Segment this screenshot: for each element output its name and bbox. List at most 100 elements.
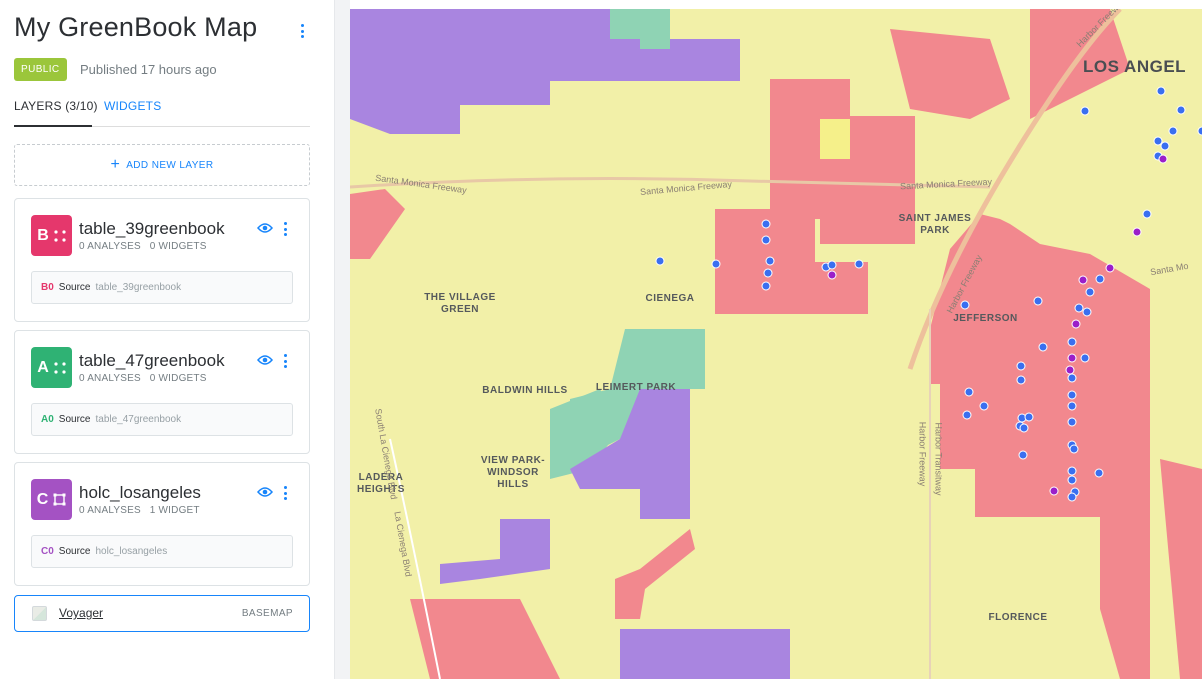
node-id: C0 <box>41 546 54 557</box>
point-marker[interactable] <box>1085 287 1095 297</box>
page-title[interactable]: My GreenBook Map <box>14 12 257 43</box>
point-marker[interactable] <box>1082 307 1092 317</box>
point-marker[interactable] <box>1168 126 1178 136</box>
layer-options-icon[interactable] <box>279 484 291 502</box>
add-new-layer-button[interactable]: + ADD NEW LAYER <box>14 144 310 186</box>
point-marker[interactable] <box>1080 353 1090 363</box>
point-marker[interactable] <box>763 268 773 278</box>
point-marker[interactable] <box>1033 296 1043 306</box>
point-marker[interactable] <box>1016 361 1026 371</box>
point-marker[interactable] <box>1067 417 1077 427</box>
layer-name[interactable]: table_47greenbook <box>79 351 225 371</box>
eye-icon[interactable] <box>257 353 273 367</box>
point-marker[interactable] <box>1065 365 1075 375</box>
point-marker[interactable] <box>1038 342 1048 352</box>
layer-card-table-39greenbook[interactable]: B table_39greenbook 0 ANALYSES 0 WIDGETS… <box>14 198 310 322</box>
point-marker[interactable] <box>1067 337 1077 347</box>
point-marker[interactable] <box>765 256 775 266</box>
tab-widgets[interactable]: WIDGETS <box>104 99 161 113</box>
point-marker[interactable] <box>979 401 989 411</box>
point-marker[interactable] <box>1018 450 1028 460</box>
neighborhood-label: JEFFERSON <box>953 313 1018 324</box>
layer-badge[interactable]: A <box>31 347 72 388</box>
layer-options-icon[interactable] <box>279 220 291 238</box>
holc-polygon-c[interactable] <box>820 119 850 159</box>
sidebar-divider <box>334 0 350 679</box>
holc-polygon-b[interactable] <box>620 629 790 679</box>
point-marker[interactable] <box>854 259 864 269</box>
point-marker[interactable] <box>1094 468 1104 478</box>
tab-layers[interactable]: LAYERS (3/10) <box>14 99 98 113</box>
point-marker[interactable] <box>960 300 970 310</box>
point-marker[interactable] <box>1142 209 1152 219</box>
published-status: Published 17 hours ago <box>80 62 217 77</box>
layer-name[interactable]: holc_losangeles <box>79 483 201 503</box>
point-marker[interactable] <box>761 235 771 245</box>
point-marker[interactable] <box>1153 136 1163 146</box>
point-marker[interactable] <box>1176 105 1186 115</box>
layer-source-node[interactable]: A0 Source table_47greenbook <box>31 403 293 436</box>
visibility-badge[interactable]: PUBLIC <box>14 58 67 81</box>
plus-icon: + <box>110 156 121 173</box>
point-marker[interactable] <box>1067 401 1077 411</box>
point-marker[interactable] <box>1049 486 1059 496</box>
point-marker[interactable] <box>1074 303 1084 313</box>
point-marker[interactable] <box>1067 373 1077 383</box>
layer-source-node[interactable]: B0 Source table_39greenbook <box>31 271 293 304</box>
point-marker[interactable] <box>711 259 721 269</box>
point-marker[interactable] <box>1067 353 1077 363</box>
source-label: Source <box>58 414 91 425</box>
layer-badge[interactable]: B <box>31 215 72 256</box>
point-marker[interactable] <box>1016 375 1026 385</box>
layer-options-icon[interactable] <box>279 352 291 370</box>
basemap-selector[interactable]: Voyager BASEMAP <box>14 595 310 632</box>
point-marker[interactable] <box>1069 444 1079 454</box>
point-marker[interactable] <box>1132 227 1142 237</box>
point-marker[interactable] <box>761 281 771 291</box>
node-id: A0 <box>41 414 54 425</box>
point-marker[interactable] <box>1024 412 1034 422</box>
node-id: B0 <box>41 282 54 293</box>
layer-card-table-47greenbook[interactable]: A table_47greenbook 0 ANALYSES 0 WIDGETS… <box>14 330 310 454</box>
layer-badge[interactable]: C <box>31 479 72 520</box>
source-table-name: table_39greenbook <box>95 282 182 293</box>
point-marker[interactable] <box>655 256 665 266</box>
active-tab-indicator <box>14 125 92 127</box>
neighborhood-label: FLORENCE <box>988 612 1048 623</box>
basemap-name[interactable]: Voyager <box>59 606 103 620</box>
point-marker[interactable] <box>827 270 837 280</box>
point-marker[interactable] <box>1156 86 1166 96</box>
eye-icon[interactable] <box>257 221 273 235</box>
widgets-count: 0 WIDGETS <box>149 241 207 252</box>
basemap-label: BASEMAP <box>241 608 293 619</box>
point-marker[interactable] <box>1019 423 1029 433</box>
road-label: Harbor Transitway <box>933 422 944 496</box>
point-marker[interactable] <box>1095 274 1105 284</box>
layer-meta: 0 ANALYSES 1 WIDGET <box>79 505 200 516</box>
point-marker[interactable] <box>761 219 771 229</box>
point-marker[interactable] <box>1071 319 1081 329</box>
point-marker[interactable] <box>1067 466 1077 476</box>
point-marker[interactable] <box>1105 263 1115 273</box>
layer-name[interactable]: table_39greenbook <box>79 219 225 239</box>
point-marker[interactable] <box>964 387 974 397</box>
eye-icon[interactable] <box>257 485 273 499</box>
point-marker[interactable] <box>1067 475 1077 485</box>
layer-letter: B <box>37 226 49 244</box>
point-marker[interactable] <box>1080 106 1090 116</box>
map-options-icon[interactable] <box>296 22 308 40</box>
point-marker[interactable] <box>1078 275 1088 285</box>
neighborhood-label: CIENEGA <box>645 293 695 304</box>
point-marker[interactable] <box>1160 141 1170 151</box>
point-marker[interactable] <box>1158 154 1168 164</box>
layer-source-node[interactable]: C0 Source holc_losangeles <box>31 535 293 568</box>
sidebar: My GreenBook Map PUBLIC Published 17 hou… <box>0 0 334 679</box>
map-canvas[interactable]: LOS ANGEL SAINT JAMES PARK THE VILLAGE G… <box>350 9 1202 679</box>
point-marker[interactable] <box>962 410 972 420</box>
point-marker[interactable] <box>1197 126 1202 136</box>
point-marker[interactable] <box>827 260 837 270</box>
point-marker[interactable] <box>1067 492 1077 502</box>
point-marker[interactable] <box>1067 390 1077 400</box>
basemap-thumbnail <box>32 606 47 621</box>
layer-card-holc-losangeles[interactable]: C holc_losangeles 0 ANALYSES 1 WIDGET C0… <box>14 462 310 586</box>
